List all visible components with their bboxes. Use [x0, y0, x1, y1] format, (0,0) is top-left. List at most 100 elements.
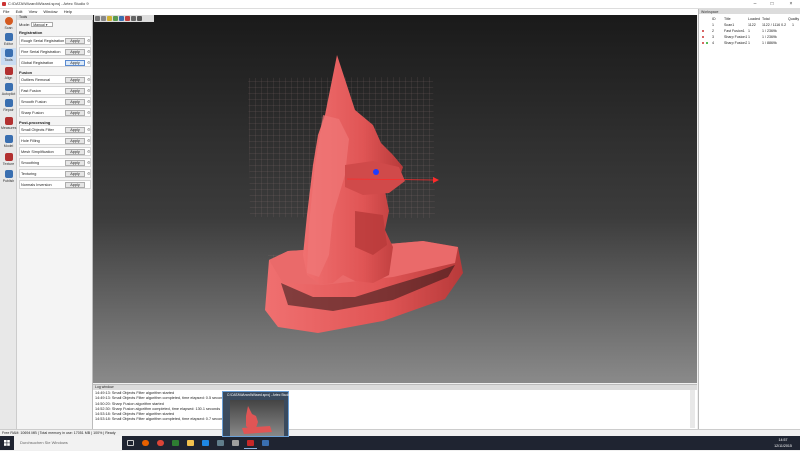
- fine-serial-registration-row: Fine Serial Registration Apply ⚙: [19, 47, 91, 56]
- taskbar-clock[interactable]: 14:57 12/11/2015: [768, 437, 798, 449]
- apply-button[interactable]: Apply: [65, 38, 85, 44]
- app-icon: [2, 2, 6, 6]
- tool-texture[interactable]: Texture: [1, 152, 16, 169]
- taskbar-app-artec[interactable]: [244, 437, 257, 449]
- gear-icon[interactable]: ⚙: [87, 78, 91, 82]
- tool-measures[interactable]: Measures: [1, 116, 16, 133]
- rough-serial-registration-row: Rough Serial Registration Apply ⚙: [19, 36, 91, 45]
- gear-icon[interactable]: ⚙: [87, 161, 91, 165]
- render-mode-icon[interactable]: [119, 16, 124, 21]
- scan-table: ID Title Loaded Total Quality 1 Scan1 11…: [700, 16, 800, 46]
- taskbar-app[interactable]: [259, 437, 272, 449]
- apply-button[interactable]: Apply: [65, 88, 85, 94]
- close-button[interactable]: ×: [784, 0, 798, 8]
- apply-button[interactable]: Apply: [65, 77, 85, 83]
- row-label: Smooth Fusion: [21, 100, 47, 104]
- status-bar: Free RAM: 10694 MB | Total memory in use…: [0, 429, 800, 436]
- chevron-down-icon: ▾: [45, 23, 48, 28]
- texturing-row: Texturing Apply ⚙: [19, 169, 91, 178]
- smoothing-row: Smoothing Apply ⚙: [19, 158, 91, 167]
- gear-icon[interactable]: ⚙: [87, 89, 91, 93]
- editor-icon: [4, 33, 13, 41]
- gear-icon[interactable]: ⚙: [87, 39, 91, 43]
- taskbar-app[interactable]: [199, 437, 212, 449]
- start-button[interactable]: [0, 436, 14, 450]
- viewport-toolbar: [94, 15, 154, 22]
- minimize-button[interactable]: –: [748, 0, 762, 8]
- apply-button[interactable]: Apply: [65, 60, 85, 66]
- apply-button[interactable]: Apply: [65, 171, 85, 177]
- task-view-button[interactable]: [124, 437, 137, 449]
- repair-icon: [4, 99, 13, 107]
- grid-icon[interactable]: [131, 16, 136, 21]
- windows-icon: [4, 440, 10, 446]
- gear-icon[interactable]: ⚙: [87, 111, 91, 115]
- tool-align[interactable]: Align: [1, 66, 16, 83]
- mode-select[interactable]: Manual ▾: [31, 22, 54, 28]
- light-icon[interactable]: [107, 16, 112, 21]
- mode-row: Mode: Manual ▾: [19, 21, 91, 28]
- align-icon: [4, 67, 13, 75]
- taskbar-app[interactable]: [184, 437, 197, 449]
- file-explorer-icon: [187, 440, 194, 446]
- gear-icon[interactable]: ⚙: [87, 172, 91, 176]
- gear-icon[interactable]: ⚙: [87, 128, 91, 132]
- taskbar-app[interactable]: [169, 437, 182, 449]
- apply-button[interactable]: Apply: [65, 138, 85, 144]
- apply-button[interactable]: Apply: [65, 49, 85, 55]
- gear-icon[interactable]: ⚙: [87, 50, 91, 54]
- lasso-icon[interactable]: [101, 16, 106, 21]
- smooth-fusion-row: Smooth Fusion Apply ⚙: [19, 97, 91, 106]
- apply-button[interactable]: Apply: [65, 99, 85, 105]
- view-icon[interactable]: [137, 16, 142, 21]
- taskbar-app[interactable]: [139, 437, 152, 449]
- tool-publish[interactable]: Publish: [1, 169, 16, 186]
- taskbar-thumbnail[interactable]: C:\DATA\Wizard\Wizard.sproj - Artec Stud…: [222, 391, 291, 437]
- row-label: Mesh Simplification: [21, 150, 54, 154]
- texture-view-icon[interactable]: [113, 16, 118, 21]
- gear-icon[interactable]: ⚙: [87, 100, 91, 104]
- taskbar-app[interactable]: [229, 437, 242, 449]
- selected-icon[interactable]: [706, 42, 708, 44]
- select-icon[interactable]: [95, 16, 100, 21]
- maximize-button[interactable]: □: [765, 0, 779, 8]
- clock-date: 12/11/2015: [774, 444, 792, 448]
- gear-icon[interactable]: ⚙: [87, 150, 91, 154]
- 3d-viewport[interactable]: [93, 15, 697, 383]
- visibility-icon[interactable]: [702, 36, 704, 38]
- tool-tools[interactable]: Tools: [1, 48, 16, 65]
- apply-button[interactable]: Apply: [65, 182, 85, 188]
- taskbar-app[interactable]: [154, 437, 167, 449]
- gear-icon[interactable]: ⚙: [87, 139, 91, 143]
- row-label: Global Registration: [21, 61, 54, 65]
- apply-button[interactable]: Apply: [65, 160, 85, 166]
- row-label: Rough Serial Registration: [21, 39, 65, 43]
- log-scrollbar[interactable]: [690, 390, 695, 428]
- taskbar-search[interactable]: Durchsuchen Sie Windows: [14, 436, 122, 450]
- firefox-icon: [142, 440, 149, 446]
- tool-editor[interactable]: Editor: [1, 32, 16, 49]
- pivot-point[interactable]: [373, 169, 379, 175]
- tool-autopilot[interactable]: Autopilot: [1, 82, 16, 99]
- fast-fusion-row: Fast Fusion Apply ⚙: [19, 86, 91, 95]
- tool-model[interactable]: Model: [1, 134, 16, 151]
- mode-label: Mode:: [19, 22, 31, 27]
- texture-icon: [4, 153, 13, 161]
- apply-button[interactable]: Apply: [65, 149, 85, 155]
- color-mode-icon[interactable]: [125, 16, 130, 21]
- taskbar-app[interactable]: [214, 437, 227, 449]
- visibility-icon[interactable]: [702, 30, 704, 32]
- apply-button[interactable]: Apply: [65, 127, 85, 133]
- visibility-icon[interactable]: [702, 42, 704, 44]
- tool-scan[interactable]: Scan: [1, 16, 16, 33]
- table-row[interactable]: 4 Sharp Fusion2 1 1 / 8869k: [700, 40, 800, 46]
- tools-icon: [4, 49, 13, 57]
- row-label: Normals Inversion: [21, 183, 52, 187]
- row-label: Sharp Fusion: [21, 111, 44, 115]
- tool-repair[interactable]: Repair: [1, 98, 16, 115]
- app-green-icon: [172, 440, 179, 446]
- model-icon: [4, 135, 13, 143]
- gear-icon[interactable]: ⚙: [87, 61, 91, 65]
- apply-button[interactable]: Apply: [65, 110, 85, 116]
- thumbnail-title: C:\DATA\Wizard\Wizard.sproj - Artec Stud…: [227, 393, 291, 397]
